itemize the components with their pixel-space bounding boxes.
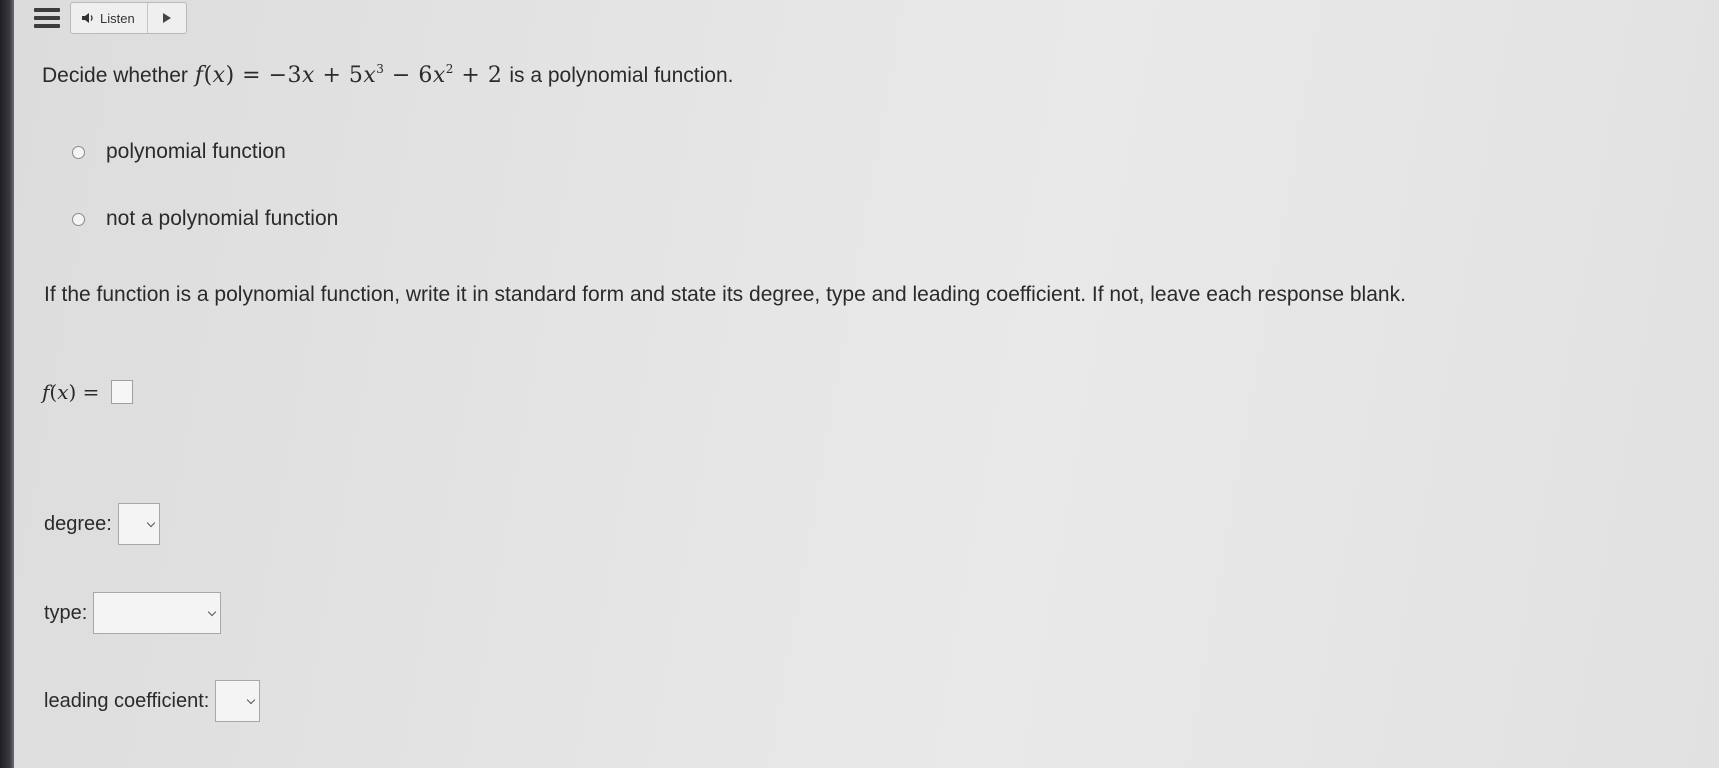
degree-label: degree: [44, 512, 112, 535]
radio-button[interactable] [72, 212, 85, 226]
option-label: not a polynomial function [106, 207, 339, 230]
toolbar: Listen [28, 2, 187, 34]
degree-row: degree: [44, 503, 160, 545]
leading-coefficient-select[interactable] [215, 680, 261, 722]
type-label: type: [44, 601, 88, 624]
instructions-text: If the function is a polynomial function… [44, 283, 1406, 306]
chevron-down-icon [146, 518, 156, 527]
chevron-down-icon [247, 695, 256, 704]
leading-coefficient-label: leading coefficient: [44, 689, 210, 712]
radio-button[interactable] [72, 145, 85, 159]
degree-select[interactable] [117, 503, 160, 545]
option-label: polynomial function [106, 140, 286, 163]
standard-form-row: f(x) = [42, 380, 134, 404]
option-not-polynomial-function[interactable]: not a polynomial function [72, 207, 338, 231]
type-select[interactable] [93, 592, 222, 634]
leading-coefficient-row: leading coefficient: [44, 680, 261, 722]
function-expression: f(x) = −3x + 5x3 − 6x2 + 2 [194, 62, 503, 88]
question-prefix: Decide whether [42, 64, 188, 87]
listen-control: Listen [70, 2, 187, 34]
screen-left-edge [0, 0, 14, 768]
chevron-down-icon [208, 607, 217, 616]
fx-label: f(x) = [42, 380, 100, 404]
speaker-icon [82, 13, 93, 23]
option-polynomial-function[interactable]: polynomial function [72, 140, 286, 164]
question-suffix: is a polynomial function. [509, 64, 734, 87]
listen-button[interactable]: Listen [71, 3, 148, 33]
play-icon [162, 13, 171, 23]
question-text: Decide whether f(x) = −3x + 5x3 − 6x2 + … [42, 62, 733, 88]
hamburger-menu-icon[interactable] [28, 4, 66, 32]
play-button[interactable] [148, 3, 186, 33]
standard-form-input[interactable] [111, 380, 134, 404]
type-row: type: [44, 592, 222, 634]
listen-label: Listen [100, 10, 135, 26]
